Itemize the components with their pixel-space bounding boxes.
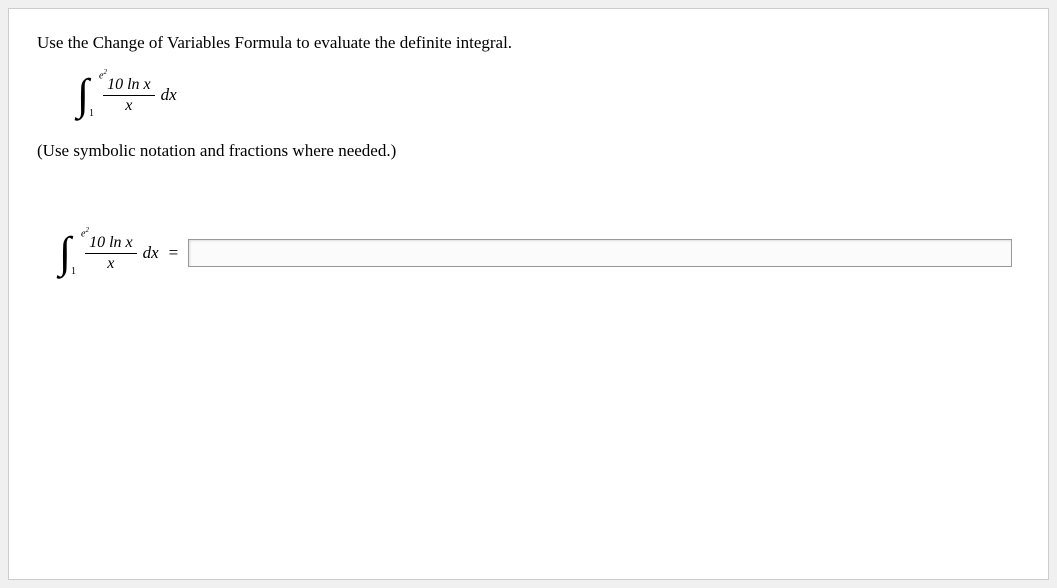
integral-expression: ∫ e2 1 10 ln x x dx [77, 73, 1020, 117]
question-instruction: Use the Change of Variables Formula to e… [37, 33, 1020, 53]
integral-sign-icon: ∫ e2 1 [77, 73, 89, 117]
integrand-fraction: 10 ln x x [85, 234, 137, 273]
denominator: x [107, 254, 114, 273]
upper-limit: e2 [81, 227, 89, 239]
numerator: 10 ln x [103, 76, 155, 96]
equals-sign: = [169, 243, 179, 263]
lower-limit: 1 [71, 267, 76, 277]
answer-row: ∫ e2 1 10 ln x x dx = [59, 231, 1020, 275]
question-panel: Use the Change of Variables Formula to e… [8, 8, 1049, 580]
denominator: x [125, 96, 132, 115]
integral-sign-icon: ∫ e2 1 [59, 231, 71, 275]
lower-limit: 1 [89, 109, 94, 119]
differential: dx [143, 243, 159, 263]
upper-limit: e2 [99, 69, 107, 81]
integral-expression-answer: ∫ e2 1 10 ln x x dx = [59, 231, 188, 275]
differential: dx [161, 85, 177, 105]
integrand-fraction: 10 ln x x [103, 76, 155, 115]
answer-input[interactable] [188, 239, 1012, 267]
numerator: 10 ln x [85, 234, 137, 254]
question-hint: (Use symbolic notation and fractions whe… [37, 141, 1020, 161]
